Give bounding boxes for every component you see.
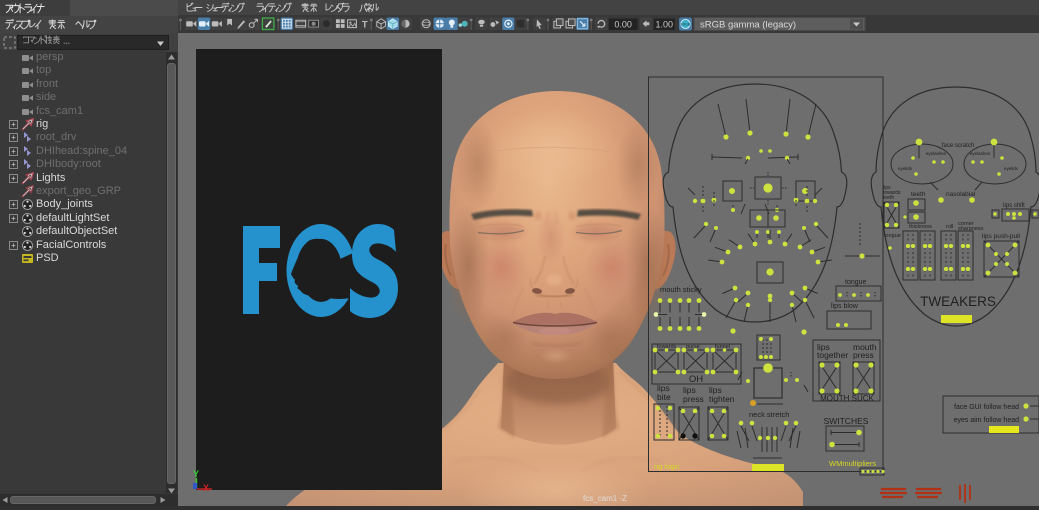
svg-text:press: press [853, 350, 874, 360]
svg-text:sRGB: sRGB [681, 23, 691, 27]
svg-text:Y: Y [193, 469, 199, 479]
svg-text:lips shift: lips shift [1003, 203, 1025, 209]
svg-text:lips blow: lips blow [831, 303, 859, 310]
svg-text:eyelids: eyelids [1004, 166, 1019, 171]
svg-text:face scratch: face scratch [942, 143, 974, 149]
svg-text:eyelids: eyelids [898, 166, 913, 171]
svg-text:eyes aim follow head: eyes aim follow head [954, 417, 1019, 424]
svg-text:WMmultipliers: WMmultipliers [829, 459, 876, 468]
svg-text:lips push-pull: lips push-pull [982, 233, 1020, 240]
svg-text:eyelashes: eyelashes [970, 151, 991, 156]
svg-text:towards: towards [657, 344, 677, 350]
svg-text:mouth sticky: mouth sticky [660, 285, 702, 294]
svg-text:SWITCHES: SWITCHES [824, 416, 869, 426]
svg-text:sRGB gamma (legacy): sRGB gamma (legacy) [700, 20, 796, 31]
svg-text:tighten: tighten [709, 394, 735, 404]
svg-text:X: X [203, 483, 209, 493]
svg-text:tongue: tongue [884, 233, 901, 239]
svg-text:bite: bite [657, 392, 671, 402]
svg-text:face GUI follow head: face GUI follow head [954, 404, 1019, 411]
svg-text:OH: OH [689, 374, 703, 385]
svg-text:nasolabial: nasolabial [946, 191, 976, 198]
svg-text:rig logic: rig logic [654, 462, 680, 471]
svg-text:1.00: 1.00 [656, 20, 674, 30]
svg-text:neck stretch: neck stretch [749, 410, 789, 419]
svg-text:press: press [683, 394, 704, 404]
svg-text:thickness: thickness [909, 224, 932, 230]
svg-text:purse: purse [686, 344, 700, 350]
svg-text:T: T [362, 20, 368, 31]
svg-text:fcs_cam1 -Z: fcs_cam1 -Z [583, 494, 627, 503]
svg-text:teeth: teeth [883, 195, 894, 201]
svg-text:eyelashes: eyelashes [926, 151, 947, 156]
svg-text:TWEAKERS: TWEAKERS [920, 294, 996, 309]
svg-text:MOUTH SUCK: MOUTH SUCK [820, 394, 874, 403]
svg-text:funnel: funnel [715, 344, 730, 350]
svg-text:teeth: teeth [911, 191, 926, 198]
svg-text:tongue: tongue [845, 279, 867, 286]
svg-text:0.00: 0.00 [614, 20, 632, 30]
svg-text:together: together [817, 350, 848, 360]
svg-text:roll: roll [946, 224, 953, 230]
